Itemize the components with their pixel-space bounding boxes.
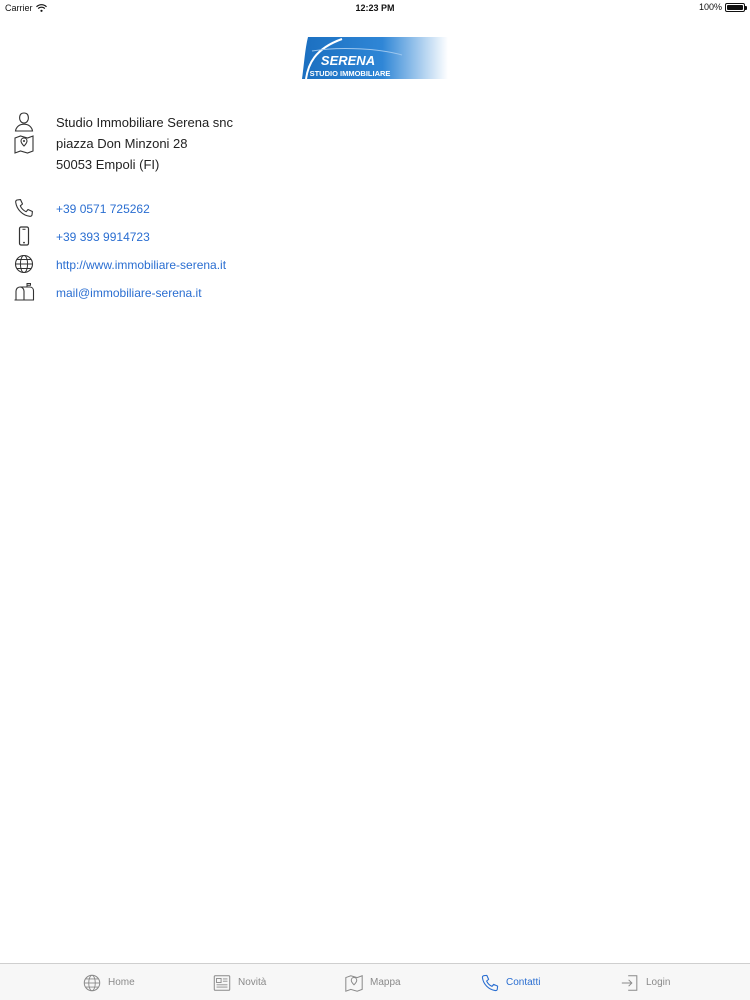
globe-icon — [13, 253, 35, 275]
map-pin-icon — [13, 133, 35, 155]
login-icon — [621, 974, 638, 991]
logo-subtitle: STUDIO IMMOBILIARE — [310, 69, 391, 78]
battery-info: 100% — [698, 2, 747, 12]
map-icon — [345, 974, 363, 992]
mobile-phone-icon — [13, 225, 35, 247]
person-icon — [13, 111, 35, 133]
tab-mappa[interactable]: Mappa — [344, 964, 401, 1000]
tab-contatti-label: Contatti — [506, 977, 541, 988]
contact-street: piazza Don Minzoni 28 — [56, 136, 188, 151]
tab-home-label: Home — [108, 977, 135, 988]
tab-login[interactable]: Login — [620, 964, 670, 1000]
contact-city: 50053 Empoli (FI) — [56, 157, 160, 172]
tab-login-label: Login — [646, 977, 671, 988]
contact-name: Studio Immobiliare Serena snc — [56, 115, 234, 130]
logo-title: SERENA — [321, 53, 375, 68]
tab-novita[interactable]: Novità — [212, 964, 266, 1000]
tab-bar: Home Novità Mappa Contatti Login — [0, 963, 750, 1000]
mobile-link[interactable]: +39 393 9914723 — [56, 230, 150, 244]
tab-contatti[interactable]: Contatti — [480, 964, 540, 1000]
tab-novita-label: Novità — [238, 977, 267, 988]
phone-link[interactable]: +39 0571 725262 — [56, 202, 150, 216]
website-link[interactable]: http://www.immobiliare-serena.it — [56, 258, 226, 272]
phone-icon — [13, 197, 35, 219]
tab-mappa-label: Mappa — [370, 977, 401, 988]
tab-home[interactable]: Home — [82, 964, 135, 1000]
status-bar: Carrier 12:23 PM 100% — [0, 0, 750, 16]
mailbox-icon — [13, 281, 35, 303]
serena-logo: SERENA STUDIO IMMOBILIARE — [302, 37, 448, 79]
phone-icon — [481, 974, 499, 991]
battery-icon — [725, 2, 747, 12]
globe-icon — [83, 974, 101, 991]
email-link[interactable]: mail@immobiliare-serena.it — [56, 286, 202, 300]
status-time: 12:23 PM — [355, 3, 395, 13]
newspaper-icon — [213, 974, 231, 991]
battery-percent: 100% — [698, 2, 722, 12]
